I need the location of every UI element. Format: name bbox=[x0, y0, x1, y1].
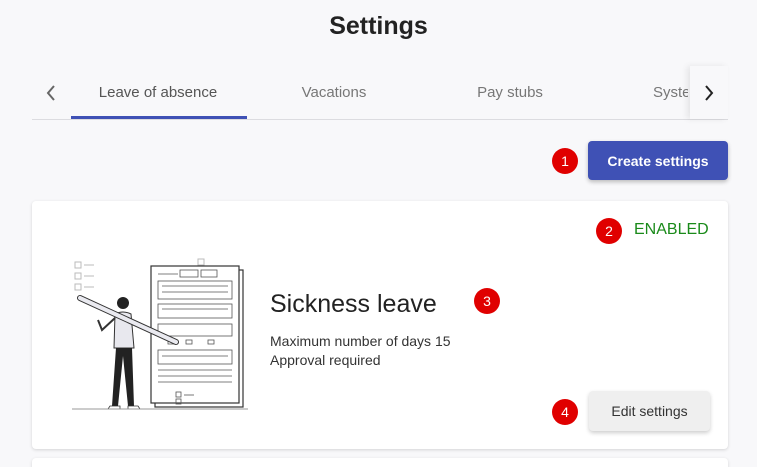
edit-settings-button[interactable]: Edit settings bbox=[589, 391, 710, 431]
approval-text: Approval required bbox=[270, 352, 381, 368]
annotation-badge-3: 3 bbox=[474, 288, 500, 314]
annotation-badge-1: 1 bbox=[552, 148, 578, 174]
chevron-left-icon bbox=[46, 84, 55, 101]
active-tab-indicator bbox=[71, 116, 247, 119]
tab-list: Leave of absence Vacations Pay stubs Sys… bbox=[70, 66, 688, 120]
page-title: Settings bbox=[329, 12, 428, 40]
tab-pay-stubs[interactable]: Pay stubs bbox=[422, 66, 598, 119]
create-settings-button[interactable]: Create settings bbox=[588, 141, 728, 180]
person-with-pencil-and-form-illustration bbox=[72, 258, 248, 410]
tab-system[interactable]: System bbox=[598, 66, 688, 119]
tab-bar: Leave of absence Vacations Pay stubs Sys… bbox=[32, 66, 728, 120]
annotation-badge-2: 2 bbox=[596, 218, 622, 244]
tab-scroll-left-button[interactable] bbox=[32, 66, 70, 119]
status-badge: ENABLED bbox=[634, 221, 709, 238]
annotation-badge-4: 4 bbox=[552, 399, 578, 425]
chevron-right-icon bbox=[705, 84, 714, 101]
tab-scroll-right-button[interactable] bbox=[690, 66, 728, 119]
tab-vacations[interactable]: Vacations bbox=[246, 66, 422, 119]
leave-type-title: Sickness leave bbox=[270, 290, 437, 318]
max-days-text: Maximum number of days 15 bbox=[270, 333, 451, 349]
tab-leave-of-absence[interactable]: Leave of absence bbox=[70, 66, 246, 119]
next-settings-card bbox=[32, 458, 728, 467]
